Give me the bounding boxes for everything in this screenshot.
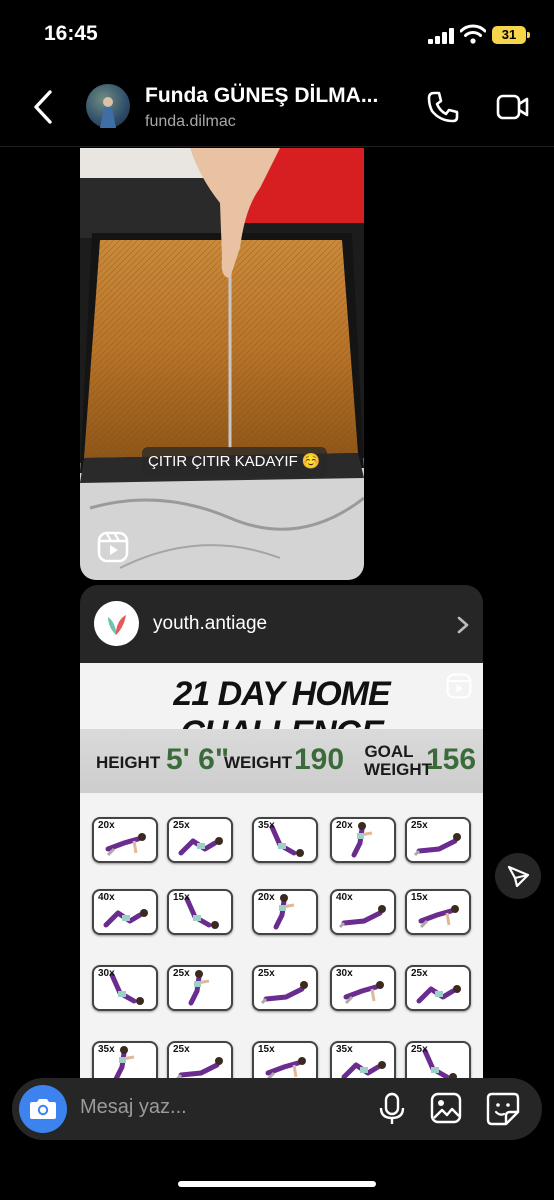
back-arrow-icon[interactable]: [30, 88, 58, 126]
exercise-count: 20x: [258, 892, 275, 903]
video-call-icon[interactable]: [496, 92, 530, 122]
exercise-count: 25x: [411, 968, 428, 979]
shared-post-username[interactable]: youth.antiage: [153, 613, 267, 635]
weight-value: 190: [294, 743, 345, 776]
gallery-icon[interactable]: [430, 1092, 462, 1124]
phone-call-icon[interactable]: [426, 90, 460, 124]
exercise-tile: 20x: [252, 889, 318, 935]
exercise-count: 40x: [336, 892, 353, 903]
wifi-icon: [460, 24, 486, 44]
home-indicator: [178, 1181, 376, 1187]
chevron-right-icon[interactable]: [456, 615, 470, 635]
exercise-tile: 25x: [405, 817, 471, 863]
exercise-tile: 15x: [405, 889, 471, 935]
exercise-tile: 40x: [330, 889, 396, 935]
exercise-count: 25x: [258, 968, 275, 979]
exercise-count: 30x: [336, 968, 353, 979]
exercise-count: 20x: [336, 820, 353, 831]
reel-caption: ÇITIR ÇITIR KADAYIF ☺️: [142, 447, 327, 477]
exercise-tile: 40x: [92, 889, 158, 935]
camera-icon: [30, 1099, 56, 1119]
avatar[interactable]: [86, 84, 130, 128]
challenge-poster[interactable]: 21 DAY HOME CHALLENGE HEIGHT 5' 6" WEIGH…: [80, 663, 483, 1085]
exercise-count: 35x: [336, 1044, 353, 1055]
exercise-tile: 30x: [92, 965, 158, 1011]
account-avatar: [94, 601, 139, 646]
cellular-signal-icon: [428, 28, 454, 44]
exercise-tile: 20x: [330, 817, 396, 863]
header-divider: [0, 146, 554, 147]
exercise-count: 20x: [98, 820, 115, 831]
exercise-tile: 30x: [330, 965, 396, 1011]
height-label: HEIGHT: [96, 753, 161, 772]
exercise-count: 25x: [173, 820, 190, 831]
goal-label: GOAL WEIGHT: [364, 742, 432, 779]
exercise-tile: 35x: [252, 817, 318, 863]
exercise-count: 35x: [258, 820, 275, 831]
exercise-tile: 20x: [92, 817, 158, 863]
status-time: 16:45: [44, 22, 98, 45]
shared-post-card[interactable]: youth.antiage 21 DAY HOME CHALLENGE HEIG…: [80, 585, 483, 1085]
exercise-tile: 25x: [167, 817, 233, 863]
shared-post-header[interactable]: youth.antiage: [80, 585, 483, 663]
exercise-tile: 25x: [252, 965, 318, 1011]
battery-icon: 31: [492, 26, 530, 44]
message-input[interactable]: Mesaj yaz...: [80, 1096, 187, 1119]
paper-plane-icon: [507, 865, 530, 888]
exercise-count: 25x: [411, 1044, 428, 1055]
exercise-count: 15x: [411, 892, 428, 903]
exercise-count: 25x: [173, 1044, 190, 1055]
reels-icon: [97, 531, 129, 563]
exercise-tile: 25x: [167, 965, 233, 1011]
poster-stats-bar: HEIGHT 5' 6" WEIGHT 190 GOAL WEIGHT 156: [80, 729, 483, 793]
exercise-tile: 15x: [167, 889, 233, 935]
exercise-count: 25x: [411, 820, 428, 831]
exercise-tile: 25x: [405, 965, 471, 1011]
exercise-count: 30x: [98, 968, 115, 979]
exercise-count: 15x: [258, 1044, 275, 1055]
exercise-count: 15x: [173, 892, 190, 903]
reel-thumbnail-image: [80, 148, 364, 580]
contact-username[interactable]: funda.dilmac: [145, 113, 236, 131]
exercise-count: 40x: [98, 892, 115, 903]
camera-button[interactable]: [19, 1085, 67, 1133]
sticker-icon[interactable]: [486, 1092, 520, 1126]
reel-message[interactable]: [80, 148, 364, 580]
microphone-icon[interactable]: [378, 1092, 406, 1126]
exercise-count: 25x: [173, 968, 190, 979]
exercise-count: 35x: [98, 1044, 115, 1055]
contact-name[interactable]: Funda GÜNEŞ DİLMA...: [145, 84, 378, 108]
weight-label: WEIGHT: [224, 753, 292, 772]
share-button[interactable]: [495, 853, 541, 899]
height-value: 5' 6": [166, 743, 230, 776]
goal-value: 156: [426, 743, 477, 776]
